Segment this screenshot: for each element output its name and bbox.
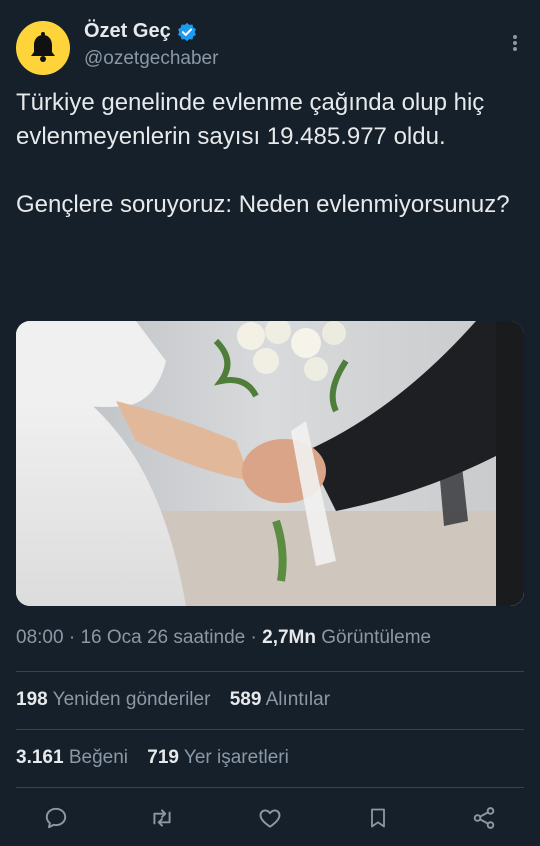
tweet-date[interactable]: 16 Oca 26 saatinde [80,627,245,648]
retweet-button[interactable] [148,804,176,832]
views-label: Görüntüleme [321,627,432,648]
stats-row-likes: 3.161 Beğeni 719 Yer işaretleri [16,747,289,769]
bell-icon [31,32,55,62]
divider [16,787,524,788]
retweet-icon [153,809,171,827]
like-button[interactable] [256,804,284,832]
stats-row-reposts: 198 Yeniden gönderiler 589 Alıntılar [16,689,330,711]
reposts-stat[interactable]: 198 Yeniden gönderiler [16,689,210,710]
bookmarks-label: Yer işaretleri [183,747,289,768]
author-name[interactable]: Özet Geç [84,20,171,43]
bookmark-button[interactable] [364,804,392,832]
tweet-meta: 08:00 · 16 Oca 26 saatinde · 2,7Mn Görün… [16,627,431,649]
bookmarks-count: 719 [147,747,179,768]
bookmark-icon [371,808,385,828]
reposts-count: 198 [16,689,48,710]
avatar[interactable] [16,21,70,75]
likes-label: Beğeni [68,747,128,768]
wedding-hands-photo [16,321,524,606]
reply-icon [45,807,67,829]
tweet-paragraph: Türkiye genelinde evlenme çağında olup h… [16,89,485,150]
tweet-time[interactable]: 08:00 [16,627,64,648]
likes-count: 3.161 [16,747,64,768]
meta-separator: · [63,627,81,648]
reply-button[interactable] [42,804,70,832]
divider [16,671,524,672]
share-icon [473,807,495,829]
action-bar [0,800,540,836]
more-options-icon[interactable] [512,34,518,52]
tweet-image[interactable] [16,321,524,606]
meta-separator: · [245,627,263,648]
share-button[interactable] [470,804,498,832]
quotes-label: Alıntılar [265,689,331,710]
like-icon [259,809,281,828]
likes-stat[interactable]: 3.161 Beğeni [16,747,128,768]
views-count: 2,7Mn [262,627,316,648]
author-handle[interactable]: @ozetgechaber [84,48,218,70]
divider [16,729,524,730]
bookmarks-stat[interactable]: 719 Yer işaretleri [147,747,289,768]
quotes-stat[interactable]: 589 Alıntılar [230,689,330,710]
quotes-count: 589 [229,689,262,710]
tweet-paragraph: Gençlere soruyoruz: Neden evlenmiyorsunu… [16,191,510,218]
verified-badge-icon [177,22,196,41]
tweet-text: Türkiye genelinde evlenme çağında olup h… [16,86,526,222]
author-name-row[interactable]: Özet Geç [84,20,197,43]
reposts-label: Yeniden gönderiler [52,689,211,710]
